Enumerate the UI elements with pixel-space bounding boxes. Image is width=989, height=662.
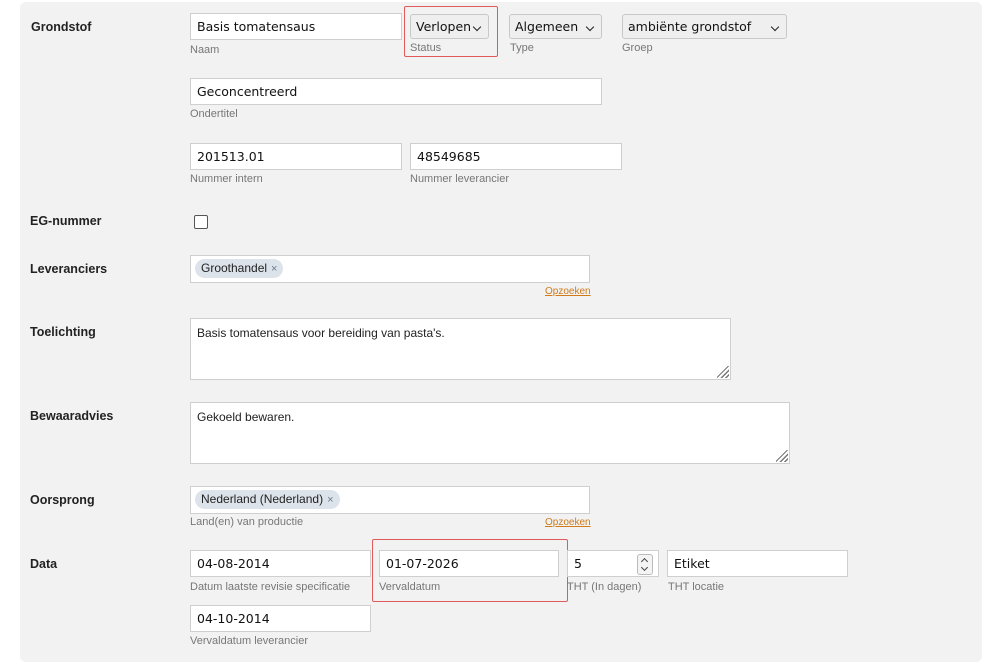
tht-locatie-label: THT locatie (668, 581, 725, 593)
nummer-leverancier-label: Nummer leverancier (410, 173, 510, 185)
oorsprong-tag: Nederland (Nederland) × (195, 490, 340, 509)
section-label-grondstof: Grondstof (31, 20, 92, 34)
stepper-icon[interactable] (637, 554, 653, 575)
ondertitel-input[interactable]: Geconcentreerd (190, 78, 602, 105)
type-select[interactable]: Algemeen (509, 14, 602, 39)
vervaldatum-leverancier-input[interactable]: 04-10-2014 (190, 605, 371, 632)
remove-tag-icon[interactable]: × (271, 263, 277, 275)
section-label-data: Data (30, 557, 58, 571)
tht-locatie-input[interactable]: Etiket (667, 550, 848, 577)
tht-label: THT (In dagen) (567, 581, 642, 593)
tht-number-input[interactable]: 5 (567, 550, 659, 577)
chevron-down-icon (585, 22, 595, 32)
toelichting-text: Basis tomatensaus voor bereiding van pas… (197, 326, 445, 340)
resize-handle-icon[interactable] (717, 366, 729, 378)
vervaldatum-highlight (372, 539, 568, 602)
toelichting-textarea[interactable]: Basis tomatensaus voor bereiding van pas… (190, 318, 731, 380)
groep-select-value: ambiënte grondstof (628, 19, 752, 34)
resize-handle-icon[interactable] (776, 450, 788, 462)
naam-input[interactable]: Basis tomatensaus (190, 13, 402, 40)
section-label-oorsprong: Oorsprong (30, 493, 95, 507)
leverancier-tag: Groothandel × (195, 259, 284, 278)
eg-nummer-checkbox[interactable] (194, 215, 208, 229)
chevron-down-icon (770, 22, 780, 32)
oorsprong-tag-label: Nederland (Nederland) (201, 492, 324, 506)
status-highlight (404, 6, 498, 57)
revisie-date-input[interactable]: 04-08-2014 (190, 550, 371, 577)
vervaldatum-leverancier-label: Vervaldatum leverancier (190, 635, 309, 647)
type-label: Type (510, 42, 534, 54)
tht-value: 5 (574, 556, 582, 571)
leveranciers-opzoeken-link[interactable]: Opzoeken (545, 286, 591, 297)
section-label-eg-nummer: EG-nummer (30, 214, 102, 228)
oorsprong-label: Land(en) van productie (190, 516, 304, 528)
groep-label: Groep (622, 42, 653, 54)
nummer-leverancier-input[interactable]: 48549685 (410, 143, 622, 170)
nummer-intern-input[interactable]: 201513.01 (190, 143, 402, 170)
type-select-value: Algemeen (515, 19, 579, 34)
bewaaradvies-textarea[interactable]: Gekoeld bewaren. (190, 402, 790, 464)
section-label-toelichting: Toelichting (30, 325, 96, 339)
leverancier-tag-label: Groothandel (201, 261, 268, 275)
ondertitel-label: Ondertitel (190, 108, 238, 120)
naam-label: Naam (190, 44, 220, 56)
bewaaradvies-text: Gekoeld bewaren. (197, 410, 295, 424)
section-label-leveranciers: Leveranciers (30, 262, 108, 276)
groep-select[interactable]: ambiënte grondstof (622, 14, 787, 39)
remove-tag-icon[interactable]: × (327, 494, 333, 506)
nummer-intern-label: Nummer intern (190, 173, 263, 185)
section-label-bewaaradvies: Bewaaradvies (30, 409, 114, 423)
revisie-date-label: Datum laatste revisie specificatie (190, 581, 351, 593)
oorsprong-opzoeken-link[interactable]: Opzoeken (545, 517, 591, 528)
